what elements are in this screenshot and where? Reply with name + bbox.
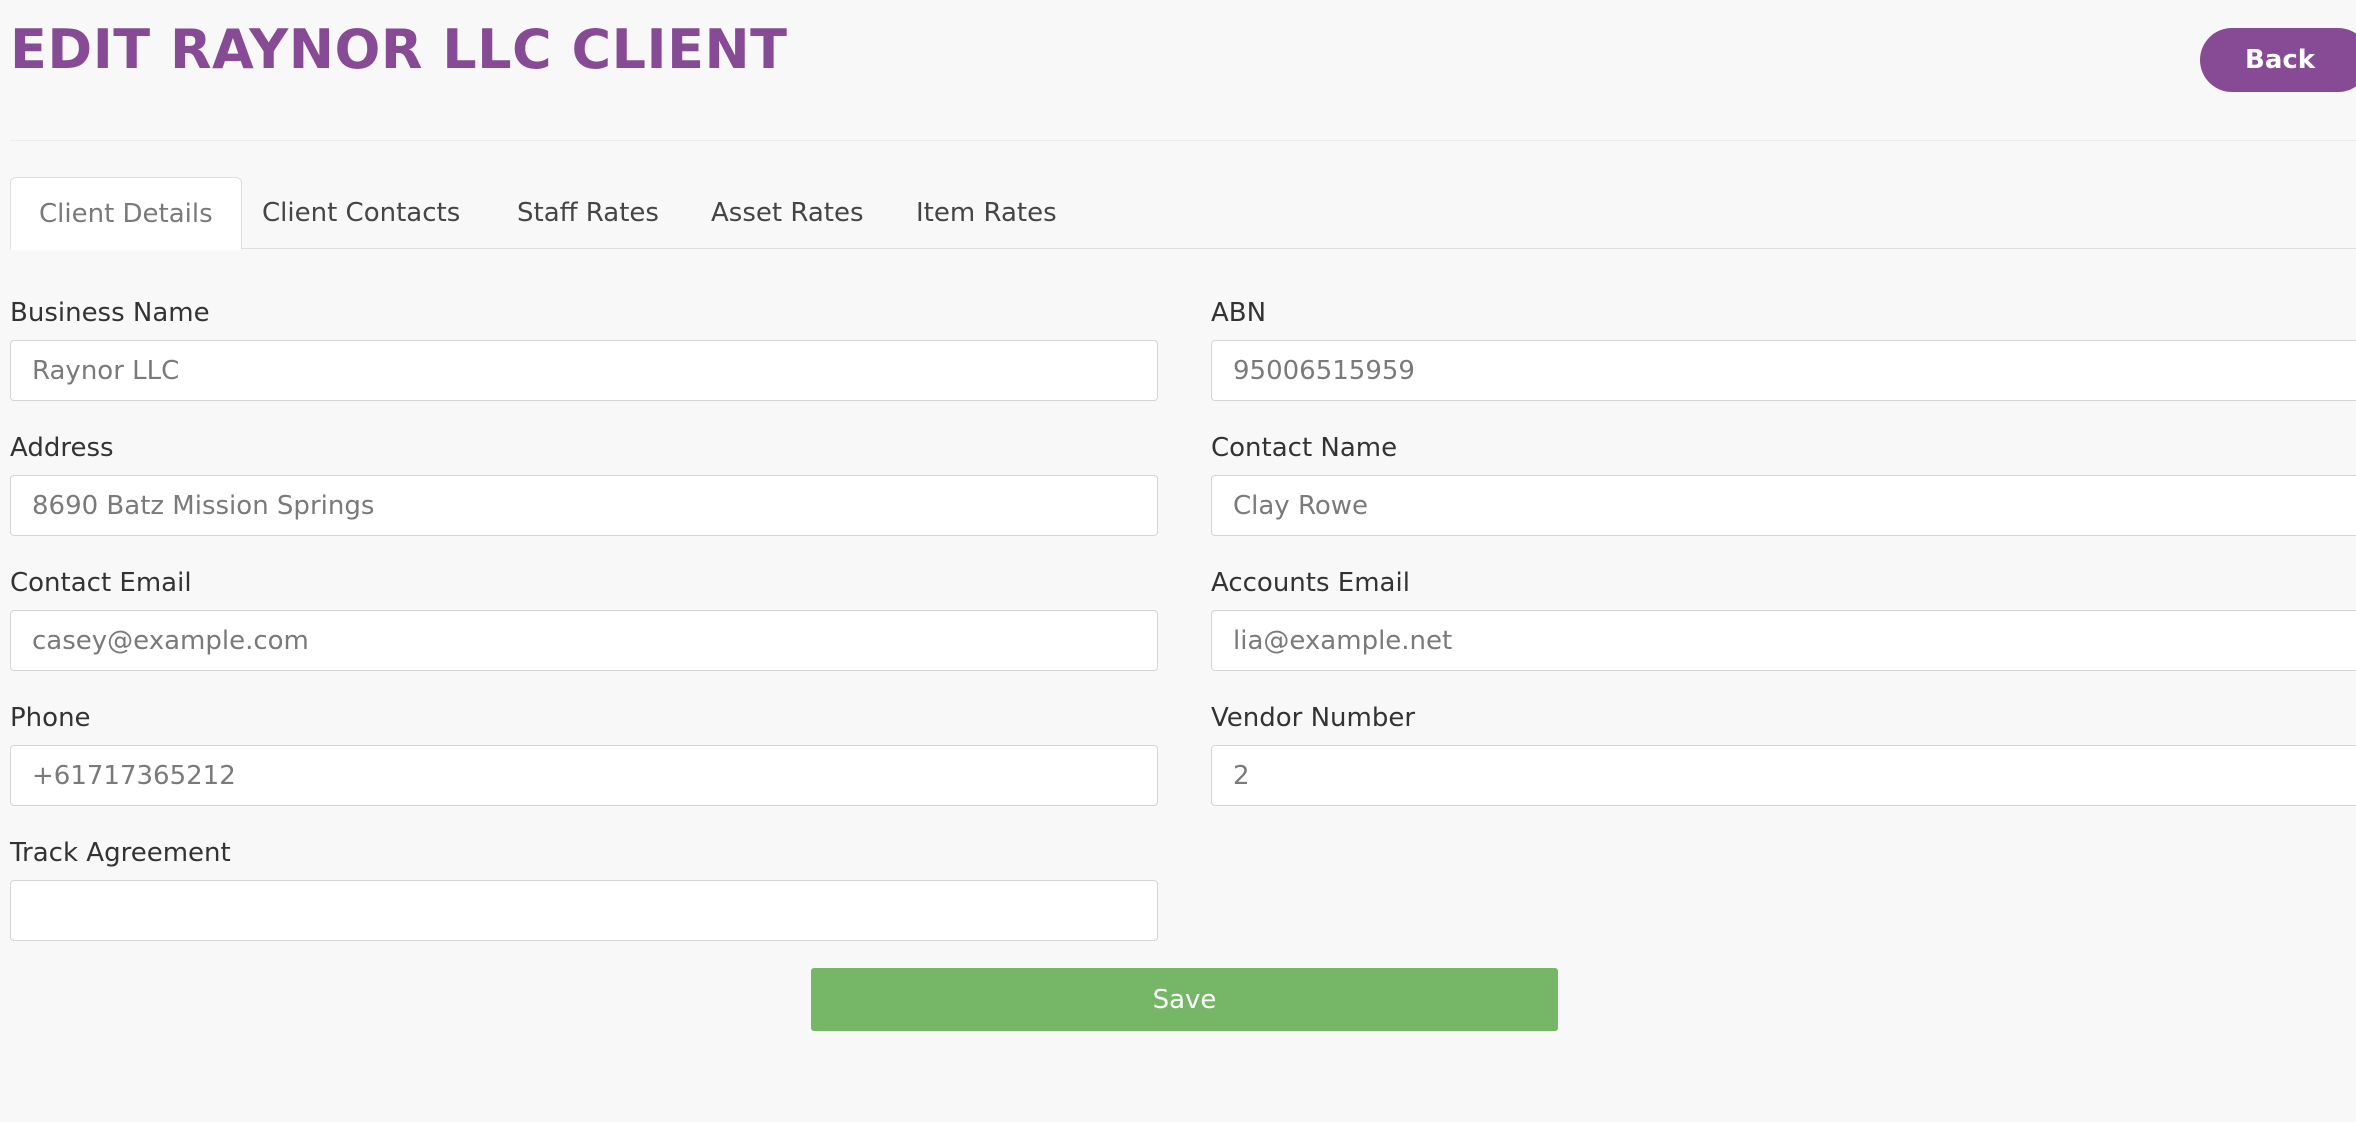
vendor-number-input[interactable] — [1211, 745, 2356, 806]
save-button[interactable]: Save — [811, 968, 1558, 1031]
abn-input[interactable] — [1211, 340, 2356, 401]
phone-input[interactable] — [10, 745, 1158, 806]
vendor-number-label: Vendor Number — [1211, 703, 1416, 733]
header-divider — [10, 140, 2356, 141]
tab-staff-rates[interactable]: Staff Rates — [517, 177, 659, 249]
address-input[interactable] — [10, 475, 1158, 536]
contact-name-label: Contact Name — [1211, 433, 1398, 463]
business-name-label: Business Name — [10, 298, 210, 328]
tab-bar: Client Details Client Contacts Staff Rat… — [10, 177, 2356, 250]
contact-name-input[interactable] — [1211, 475, 2356, 536]
phone-label: Phone — [10, 703, 91, 733]
tab-item-rates[interactable]: Item Rates — [916, 177, 1057, 249]
edit-client-page: EDIT RAYNOR LLC CLIENT Back Client Detai… — [0, 0, 2356, 1122]
track-agreement-label: Track Agreement — [10, 838, 231, 868]
business-name-input[interactable] — [10, 340, 1158, 401]
accounts-email-label: Accounts Email — [1211, 568, 1410, 598]
contact-email-label: Contact Email — [10, 568, 192, 598]
abn-label: ABN — [1211, 298, 1267, 328]
contact-email-input[interactable] — [10, 610, 1158, 671]
page-title: EDIT RAYNOR LLC CLIENT — [10, 18, 788, 81]
tab-client-details[interactable]: Client Details — [10, 177, 242, 250]
accounts-email-input[interactable] — [1211, 610, 2356, 671]
address-label: Address — [10, 433, 114, 463]
tab-client-contacts[interactable]: Client Contacts — [262, 177, 460, 249]
track-agreement-input[interactable] — [10, 880, 1158, 941]
back-button[interactable]: Back — [2200, 28, 2356, 92]
tab-asset-rates[interactable]: Asset Rates — [711, 177, 864, 249]
